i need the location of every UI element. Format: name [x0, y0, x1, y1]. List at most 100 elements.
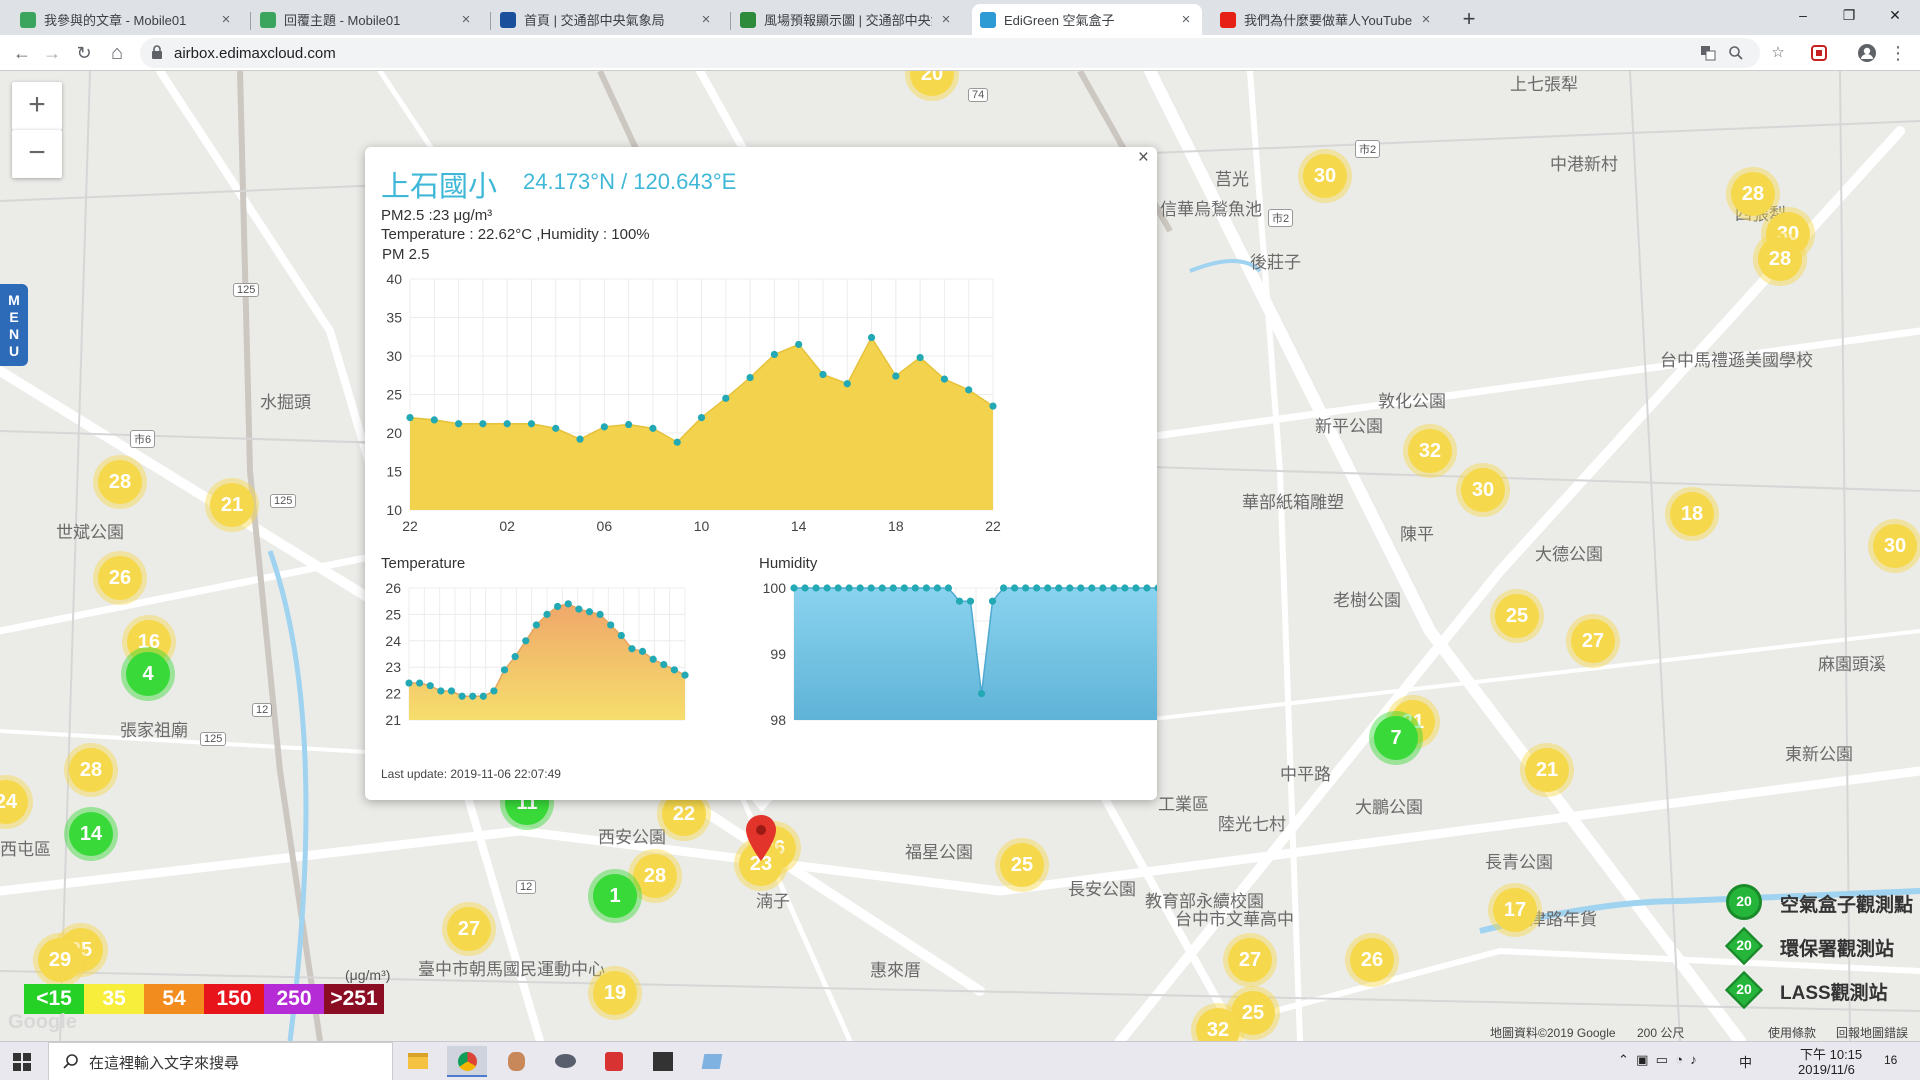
star-icon[interactable]: ☆ [1768, 43, 1788, 63]
tab-close-icon[interactable]: × [218, 11, 234, 28]
windows-start-icon[interactable] [13, 1053, 31, 1071]
airbox-marker[interactable]: 18 [1670, 492, 1714, 536]
airbox-marker[interactable]: 30 [1461, 468, 1505, 512]
data-point [1110, 584, 1118, 592]
tab-close-icon[interactable]: × [938, 11, 954, 28]
browser-tab[interactable]: 回覆主題 - Mobile01 × [252, 4, 482, 35]
tab-close-icon[interactable]: × [1178, 11, 1194, 28]
tab-close-icon[interactable]: × [1418, 11, 1434, 28]
station-legend-label: 環保署觀測站 [1780, 939, 1895, 960]
airbox-marker[interactable]: 32 [1408, 429, 1452, 473]
airbox-marker[interactable]: 17 [1493, 888, 1537, 932]
map-place-label: 長安公園 [1068, 880, 1136, 899]
airbox-marker[interactable]: 7 [1374, 716, 1418, 760]
browser-tab[interactable]: 風場預報顯示圖 | 交通部中央氣象局 × [732, 4, 962, 35]
airbox-marker[interactable]: 25 [1000, 843, 1044, 887]
extension-icon[interactable] [1810, 44, 1828, 62]
browser-tab[interactable]: 我們為什麼要做華人YouTube中 × [1212, 4, 1442, 35]
app-icon[interactable] [496, 1046, 536, 1077]
map-place-label: 西安公園 [598, 828, 666, 847]
data-point [1088, 584, 1096, 592]
tab-close-icon[interactable]: × [458, 11, 474, 28]
data-point [660, 660, 668, 669]
legend-bin: 250 [264, 984, 324, 1014]
data-point [596, 610, 604, 618]
reload-button[interactable]: ↻ [72, 41, 96, 65]
app-icon[interactable] [545, 1046, 585, 1077]
account-icon[interactable] [1857, 43, 1877, 63]
menu-tab[interactable]: M E N U [0, 284, 28, 366]
pm25-legend: <15 35 54 150 250 >251 [24, 984, 384, 1014]
map-place-label: 惠來厝 [870, 961, 921, 980]
airbox-marker[interactable]: 29 [38, 938, 82, 982]
airbox-marker[interactable]: 27 [447, 907, 491, 951]
clock-time[interactable]: 下午 10:15 [1800, 1044, 1862, 1063]
map-place-label: 世斌公園 [56, 523, 124, 542]
data-point [564, 600, 572, 608]
terms-link[interactable]: 使用條款 [1768, 1024, 1816, 1041]
data-point [795, 340, 803, 349]
tray-icons[interactable]: ⌃ ▣ ▭ ◔ ♪ [1618, 1052, 1697, 1068]
airbox-marker[interactable]: 28 [1758, 237, 1802, 281]
airbox-marker[interactable]: 14 [69, 812, 113, 856]
airbox-marker[interactable]: 30 [1873, 524, 1917, 568]
restore-button[interactable]: ❐ [1826, 0, 1872, 30]
minimize-button[interactable]: – [1780, 0, 1826, 30]
tab-divider [490, 12, 491, 30]
data-point [1099, 584, 1107, 592]
airbox-marker[interactable]: 28 [69, 748, 113, 792]
clock-date[interactable]: 2019/11/6 [1798, 1062, 1855, 1077]
new-tab-button[interactable]: + [1455, 5, 1483, 33]
translate-icon[interactable] [1700, 45, 1716, 61]
chrome-icon[interactable] [447, 1046, 487, 1077]
taskbar-search[interactable]: 在這裡輸入文字來搜尋 [48, 1042, 393, 1080]
selected-location-pin-icon[interactable] [745, 815, 777, 861]
app-icon[interactable] [692, 1046, 732, 1077]
tab-title: 我們為什麼要做華人YouTube中 [1244, 13, 1412, 28]
close-window-button[interactable]: ✕ [1872, 0, 1918, 30]
photos-icon[interactable] [643, 1046, 683, 1077]
report-error-link[interactable]: 回報地圖錯誤 [1836, 1024, 1908, 1041]
zoom-in-button[interactable]: + [12, 82, 62, 130]
browser-tab[interactable]: EdiGreen 空氣盒子 × [972, 4, 1202, 35]
browser-tab[interactable]: 我參與的文章 - Mobile01 × [12, 4, 242, 35]
forward-button[interactable]: → [40, 41, 64, 65]
app-icon[interactable] [594, 1046, 634, 1077]
airbox-marker[interactable]: 28 [1731, 172, 1775, 216]
airbox-marker[interactable]: 21 [1525, 748, 1569, 792]
back-button[interactable]: ← [10, 41, 34, 65]
zoom-out-button[interactable]: − [12, 130, 62, 178]
address-bar[interactable]: airbox.edimaxcloud.com [140, 38, 1760, 68]
data-point [1033, 584, 1041, 592]
airbox-marker[interactable]: 27 [1228, 938, 1272, 982]
lock-icon [152, 45, 162, 59]
airbox-marker[interactable]: 30 [1303, 154, 1347, 198]
airbox-marker[interactable]: 1 [593, 874, 637, 918]
airbox-marker[interactable]: 27 [1571, 619, 1615, 663]
x-tick-label: 18 [888, 518, 904, 534]
tab-close-icon[interactable]: × [698, 11, 714, 28]
airbox-marker[interactable]: 28 [98, 460, 142, 504]
airbox-marker[interactable]: 4 [126, 652, 170, 696]
data-point [447, 687, 456, 695]
browser-tab[interactable]: 首頁 | 交通部中央氣象局 × [492, 4, 722, 35]
airbox-marker[interactable]: 25 [1495, 594, 1539, 638]
data-point [469, 692, 477, 700]
airbox-marker[interactable]: 28 [633, 854, 677, 898]
airbox-marker[interactable]: 19 [593, 971, 637, 1015]
menu-icon[interactable]: ⋮ [1888, 43, 1908, 63]
zoom-icon[interactable] [1728, 45, 1744, 61]
data-point [722, 394, 730, 402]
ime-indicator[interactable]: 中 [1739, 1052, 1752, 1071]
airbox-marker[interactable]: 26 [98, 556, 142, 600]
notification-count[interactable]: 16 [1884, 1053, 1897, 1067]
file-explorer-icon[interactable] [398, 1046, 438, 1077]
favicon-icon [1220, 11, 1236, 28]
y-tick-label: 15 [386, 464, 402, 480]
search-placeholder: 在這裡輸入文字來搜尋 [89, 1055, 240, 1072]
home-button[interactable]: ⌂ [105, 41, 129, 65]
data-point [801, 584, 809, 592]
airbox-marker[interactable]: 21 [210, 483, 254, 527]
airbox-marker[interactable]: 26 [1350, 938, 1394, 982]
data-point [585, 608, 594, 616]
